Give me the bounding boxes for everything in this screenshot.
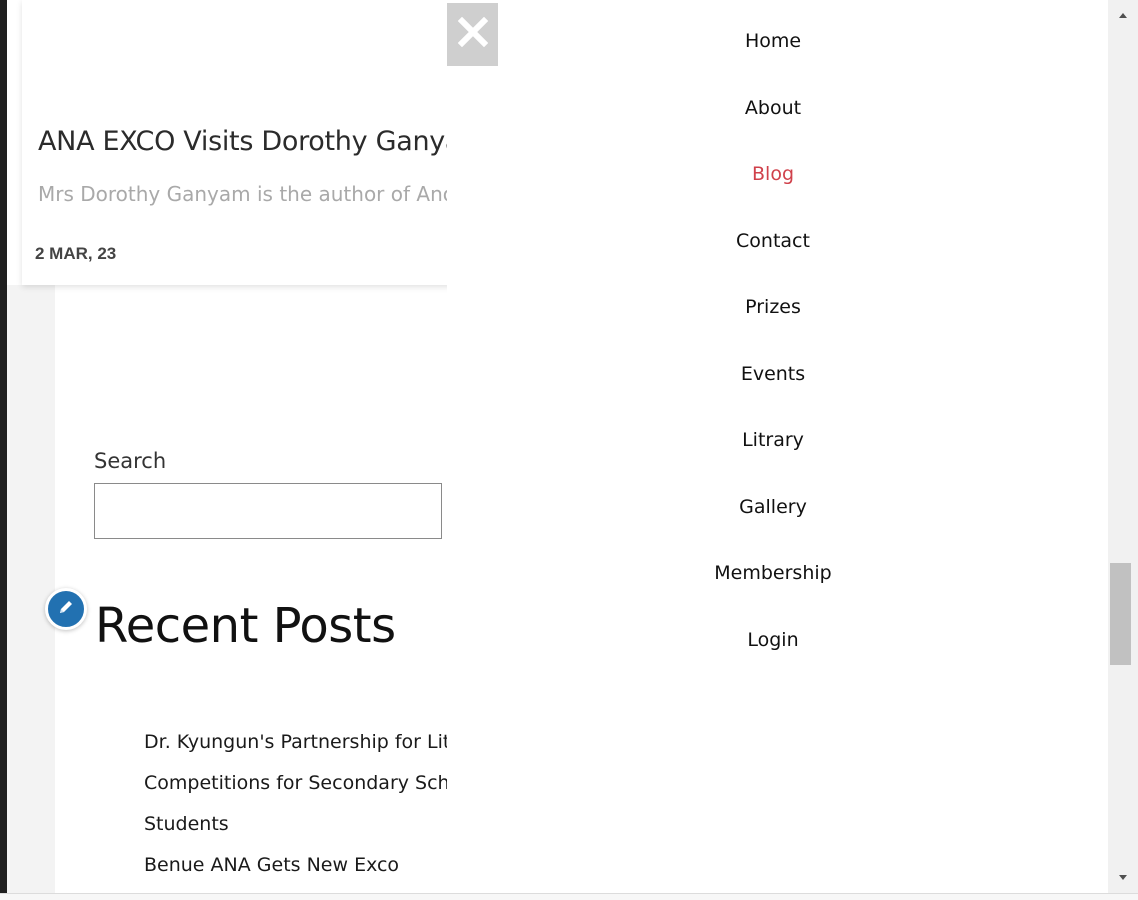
triangle-up-icon: [1118, 6, 1128, 24]
post-date: 2 MAR, 23: [35, 244, 117, 263]
recent-posts-heading: Recent Posts: [95, 598, 396, 654]
nav-item-login: Login: [698, 607, 848, 674]
page-gutter: [7, 285, 55, 893]
triangle-down-icon: [1118, 869, 1128, 887]
search-label: Search: [94, 449, 167, 473]
pencil-icon: [57, 598, 75, 621]
recent-posts-list: Dr. Kyungun's Partnership for Literary C…: [144, 722, 447, 886]
nav-item-blog: Blog: [698, 141, 848, 208]
nav-link-login[interactable]: Login: [747, 629, 798, 651]
search-input[interactable]: [94, 483, 442, 539]
scroll-thumb[interactable]: [1110, 563, 1131, 665]
nav-item-prizes: Prizes: [698, 274, 848, 341]
nav-item-gallery: Gallery: [698, 474, 848, 541]
nav-item-contact: Contact: [698, 208, 848, 275]
nav-item-events: Events: [698, 341, 848, 408]
recent-post-link[interactable]: Benue ANA Gets New Exco: [144, 845, 447, 886]
nav-link-home[interactable]: Home: [745, 30, 801, 52]
list-item: Benue ANA Gets New Exco: [144, 845, 447, 886]
list-item: Students: [144, 804, 447, 845]
list-item: Competitions for Secondary School: [144, 763, 447, 804]
nav-link-contact[interactable]: Contact: [736, 230, 810, 252]
nav-link-blog[interactable]: Blog: [752, 163, 794, 185]
recent-post-link[interactable]: Dr. Kyungun's Partnership for Literary: [144, 722, 447, 763]
close-icon: [457, 16, 488, 52]
nav-item-litrary: Litrary: [698, 407, 848, 474]
recent-post-link[interactable]: Students: [144, 804, 447, 845]
vertical-scrollbar[interactable]: [1108, 0, 1138, 893]
nav-link-about[interactable]: About: [745, 97, 801, 119]
post-title[interactable]: ANA EXCO Visits Dorothy Ganyam: [38, 126, 447, 157]
scroll-up-button[interactable]: [1108, 5, 1138, 25]
post-excerpt: Mrs Dorothy Ganyam is the author of Anot…: [38, 182, 447, 206]
nav-item-home: Home: [698, 8, 848, 75]
page-content: ANA EXCO Visits Dorothy Ganyam Mrs Dorot…: [7, 0, 447, 893]
nav-link-membership[interactable]: Membership: [714, 562, 831, 584]
mobile-nav-menu: Home About Blog Contact Prizes Events Li…: [698, 8, 848, 673]
nav-link-gallery[interactable]: Gallery: [739, 496, 807, 518]
nav-link-litrary[interactable]: Litrary: [742, 429, 804, 451]
nav-link-prizes[interactable]: Prizes: [745, 296, 801, 318]
post-card[interactable]: ANA EXCO Visits Dorothy Ganyam Mrs Dorot…: [22, 0, 447, 285]
close-menu-button[interactable]: [447, 3, 498, 66]
edit-widget-button[interactable]: [45, 588, 87, 630]
scroll-down-button[interactable]: [1108, 868, 1138, 888]
recent-post-link[interactable]: Competitions for Secondary School: [144, 763, 447, 804]
window-bottom-edge: [0, 893, 1138, 900]
window-left-edge: [0, 0, 7, 893]
nav-item-membership: Membership: [698, 540, 848, 607]
nav-item-about: About: [698, 75, 848, 142]
list-item: Dr. Kyungun's Partnership for Literary: [144, 722, 447, 763]
nav-link-events[interactable]: Events: [741, 363, 805, 385]
